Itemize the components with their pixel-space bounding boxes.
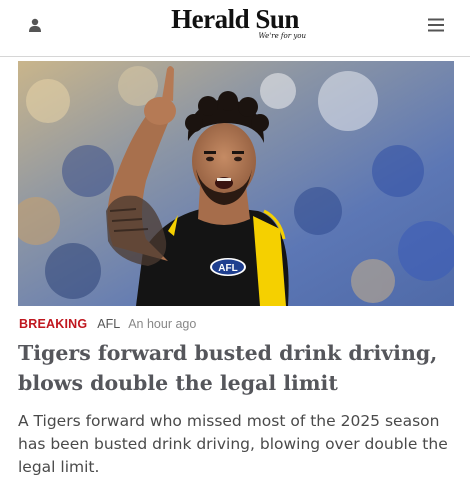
article-meta: BREAKING AFL An hour ago [19,315,196,333]
hamburger-menu-icon [428,18,444,32]
site-logo[interactable]: Herald Sun We're for you [150,4,320,48]
account-button[interactable] [20,10,50,40]
timestamp: An hour ago [128,317,197,331]
user-icon [29,18,41,32]
logo-tagline: We're for you [258,32,306,40]
guernsey-afl-logo: AFL [218,263,237,274]
player-celebration-photo: AFL [18,61,454,306]
article-photo[interactable]: AFL [18,61,454,306]
article-headline[interactable]: Tigers forward busted drink driving, blo… [18,338,458,398]
article-standfirst[interactable]: A Tigers forward who missed most of the … [18,410,458,479]
site-header: Herald Sun We're for you [0,0,470,57]
breaking-label[interactable]: BREAKING [19,317,87,331]
section-label[interactable]: AFL [97,317,120,331]
logo-name: Herald Sun [171,4,299,34]
menu-button[interactable] [421,10,451,40]
